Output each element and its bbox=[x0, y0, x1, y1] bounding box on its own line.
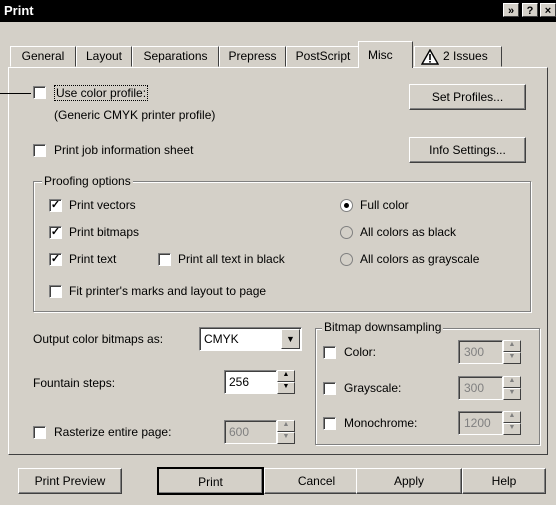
rasterize-input[interactable]: 600 bbox=[224, 420, 277, 444]
fountain-steps-value: 256 bbox=[229, 375, 250, 389]
fountain-steps-input[interactable]: 256 bbox=[224, 370, 277, 394]
rasterize-label: Rasterize entire page: bbox=[54, 425, 172, 439]
context-help-button[interactable]: ? bbox=[522, 3, 538, 17]
mono-downsample-input[interactable]: 1200 bbox=[458, 411, 503, 435]
rasterize-checkbox[interactable] bbox=[33, 426, 46, 439]
use-color-profile-label: Use color profile: bbox=[54, 85, 149, 101]
grayscale-downsample-value: 300 bbox=[464, 381, 485, 395]
mono-downsample-spinner[interactable]: ▲ ▼ bbox=[503, 411, 521, 435]
output-color-label: Output color bitmaps as: bbox=[33, 332, 164, 346]
mono-downsample-value: 1200 bbox=[464, 416, 491, 430]
all-black-radio[interactable] bbox=[340, 226, 353, 239]
bitmap-downsampling-title: Bitmap downsampling bbox=[322, 320, 444, 334]
rasterize-value: 600 bbox=[229, 425, 250, 439]
use-color-profile-checkbox[interactable] bbox=[33, 86, 46, 99]
tab-issues-label: 2 Issues bbox=[443, 49, 488, 63]
print-dialog: Print » ? × General Layout Separations P… bbox=[0, 0, 556, 505]
full-color-radio[interactable] bbox=[340, 199, 353, 212]
set-profiles-button[interactable]: Set Profiles... bbox=[409, 84, 526, 110]
output-color-value: CMYK bbox=[204, 332, 239, 346]
color-downsample-value: 300 bbox=[464, 345, 485, 359]
warning-icon bbox=[421, 49, 439, 65]
title-bar: Print » ? × bbox=[0, 0, 556, 22]
tab-misc[interactable]: Misc bbox=[358, 41, 413, 68]
proofing-options-title: Proofing options bbox=[42, 174, 133, 188]
close-button[interactable]: × bbox=[540, 3, 556, 17]
apply-button[interactable]: Apply bbox=[356, 468, 462, 494]
output-color-select[interactable]: CMYK ▼ bbox=[199, 327, 302, 351]
grayscale-downsample-input[interactable]: 300 bbox=[458, 376, 503, 400]
tab-issues[interactable]: 2 Issues bbox=[414, 46, 502, 67]
color-downsample-checkbox[interactable] bbox=[323, 346, 336, 359]
fit-marks-label: Fit printer's marks and layout to page bbox=[69, 284, 267, 298]
fountain-steps-label: Fountain steps: bbox=[33, 376, 116, 390]
tab-layout[interactable]: Layout bbox=[76, 46, 132, 67]
grayscale-downsample-checkbox[interactable] bbox=[323, 382, 336, 395]
chevron-down-icon[interactable]: ▼ bbox=[281, 329, 300, 349]
tab-general[interactable]: General bbox=[10, 46, 76, 67]
full-color-label: Full color bbox=[360, 198, 409, 212]
tab-prepress[interactable]: Prepress bbox=[219, 46, 286, 67]
all-grayscale-label: All colors as grayscale bbox=[360, 252, 480, 266]
callout-line bbox=[0, 93, 31, 94]
mono-downsample-checkbox[interactable] bbox=[323, 417, 336, 430]
fountain-steps-spinner[interactable]: ▲ ▼ bbox=[277, 370, 295, 394]
window-title: Print bbox=[4, 3, 34, 18]
print-vectors-label: Print vectors bbox=[69, 198, 136, 212]
cancel-button[interactable]: Cancel bbox=[264, 468, 369, 494]
rollup-button[interactable]: » bbox=[503, 3, 519, 17]
print-button[interactable]: Print bbox=[157, 467, 264, 495]
rasterize-spinner[interactable]: ▲ ▼ bbox=[277, 420, 295, 444]
color-downsample-spinner[interactable]: ▲ ▼ bbox=[503, 340, 521, 364]
color-downsample-label: Color: bbox=[344, 345, 377, 359]
color-downsample-input[interactable]: 300 bbox=[458, 340, 503, 364]
print-job-info-label: Print job information sheet bbox=[54, 143, 194, 157]
fit-marks-checkbox[interactable] bbox=[49, 285, 62, 298]
print-text-checkbox[interactable]: ✓ bbox=[49, 253, 62, 266]
all-black-label: All colors as black bbox=[360, 225, 457, 239]
print-all-text-black-label: Print all text in black bbox=[178, 252, 285, 266]
print-text-label: Print text bbox=[69, 252, 117, 266]
print-vectors-checkbox[interactable]: ✓ bbox=[49, 199, 62, 212]
all-grayscale-radio[interactable] bbox=[340, 253, 353, 266]
tab-postscript[interactable]: PostScript bbox=[286, 46, 360, 67]
grayscale-downsample-label: Grayscale: bbox=[344, 381, 402, 395]
help-button[interactable]: Help bbox=[462, 468, 546, 494]
profile-name: (Generic CMYK printer profile) bbox=[54, 108, 216, 122]
print-job-info-checkbox[interactable] bbox=[33, 144, 46, 157]
grayscale-downsample-spinner[interactable]: ▲ ▼ bbox=[503, 376, 521, 400]
tab-separations[interactable]: Separations bbox=[132, 46, 219, 67]
print-preview-button[interactable]: Print Preview bbox=[18, 468, 122, 494]
print-bitmaps-checkbox[interactable]: ✓ bbox=[49, 226, 62, 239]
print-bitmaps-label: Print bitmaps bbox=[69, 225, 140, 239]
mono-downsample-label: Monochrome: bbox=[344, 416, 418, 430]
info-settings-button[interactable]: Info Settings... bbox=[409, 137, 526, 163]
print-all-text-black-checkbox[interactable] bbox=[158, 253, 171, 266]
tab-misc-label: Misc bbox=[368, 48, 393, 62]
